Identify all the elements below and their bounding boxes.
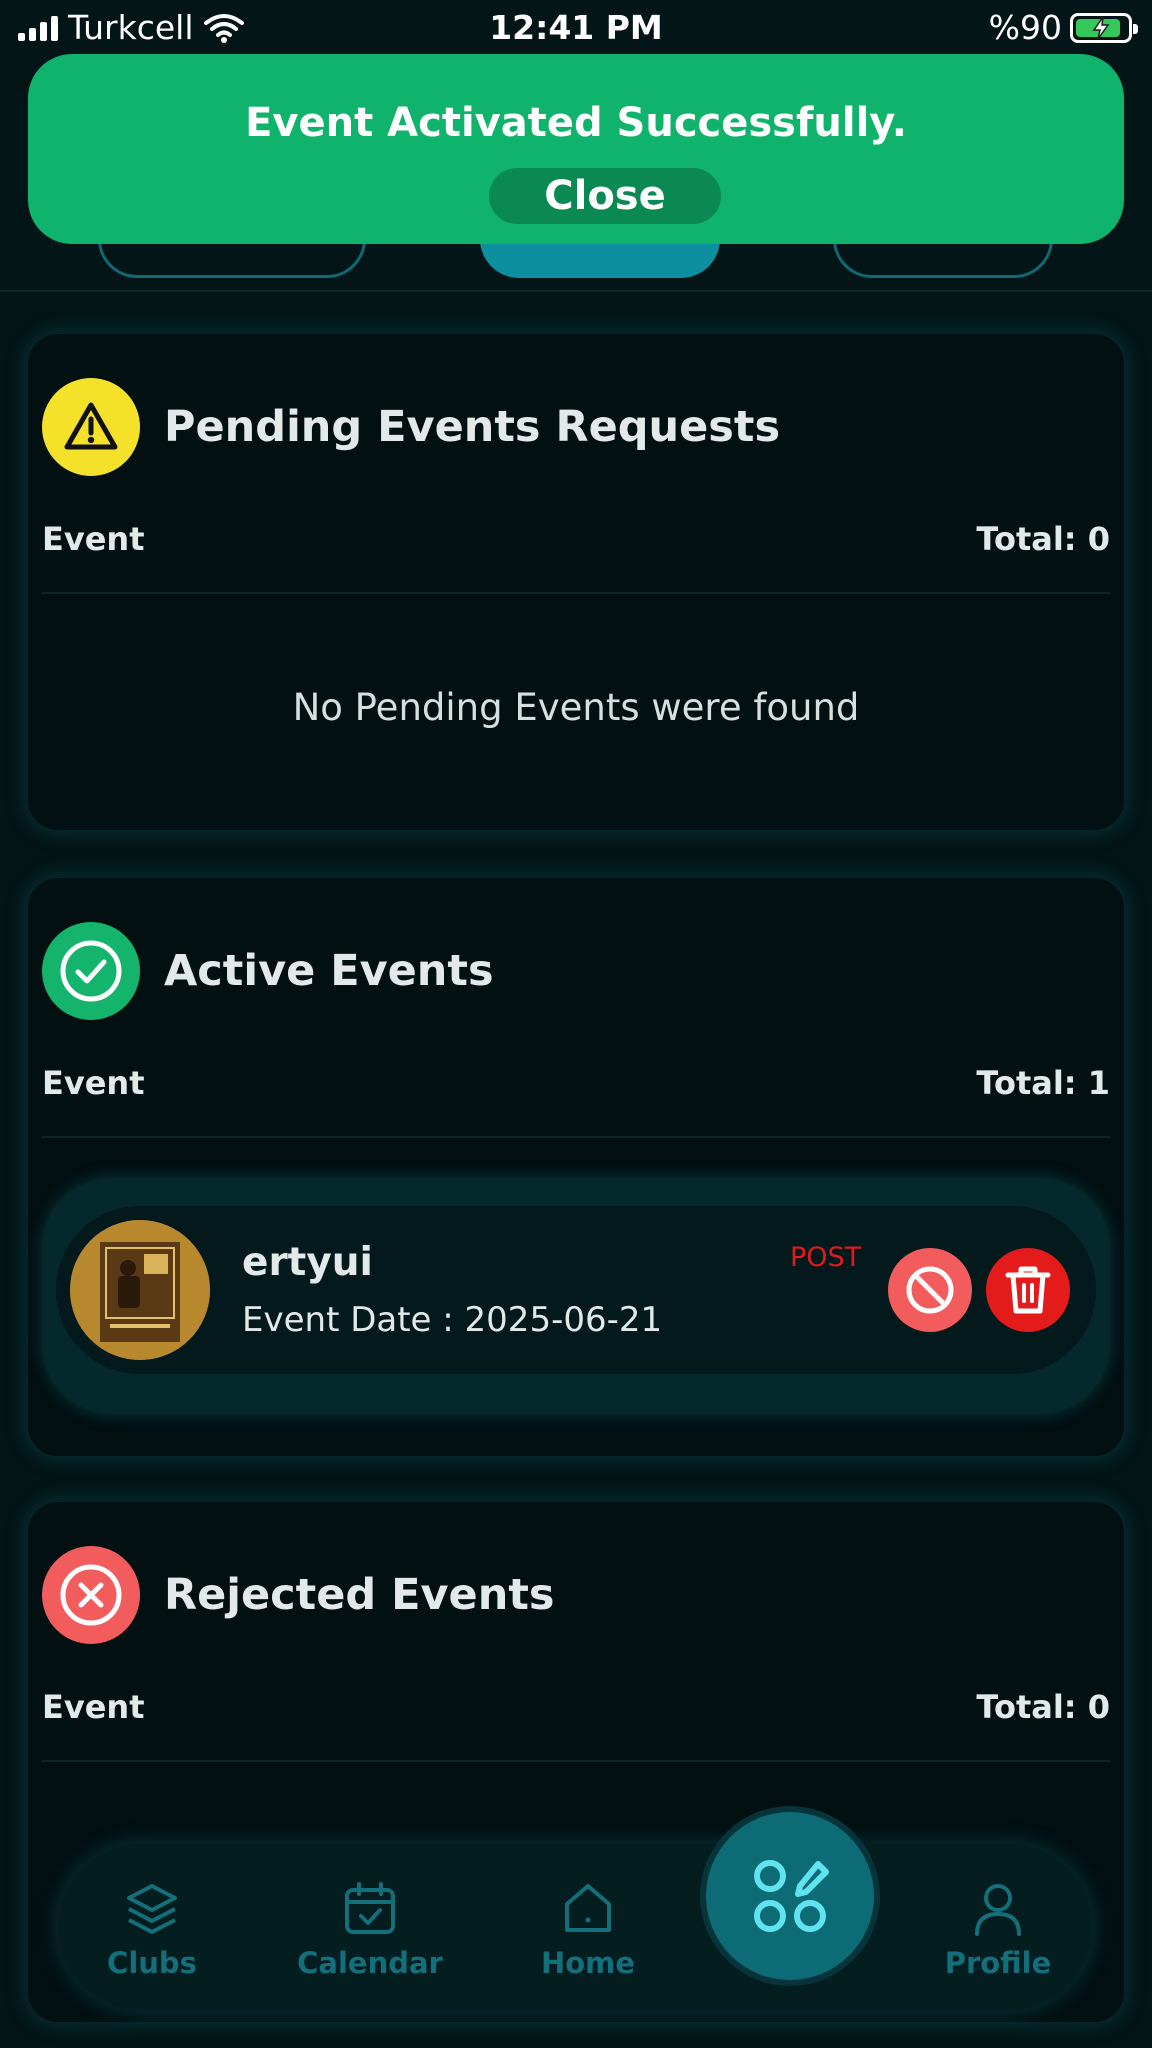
tabs-divider (0, 290, 1152, 292)
nav-home-label: Home (540, 1946, 636, 1980)
check-circle-icon (42, 922, 140, 1020)
pending-header-row: Event Total: 0 (42, 520, 1110, 558)
pending-events-card: Pending Events Requests Event Total: 0 N… (28, 334, 1124, 830)
active-column-label: Event (42, 1064, 145, 1102)
bottom-nav: Clubs Calendar Home Profile (58, 1844, 1092, 2010)
active-events-card: Active Events Event Total: 1 ertyui Even… (28, 878, 1124, 1456)
nav-clubs[interactable]: Clubs (72, 1880, 232, 1980)
calendar-check-icon (345, 1882, 395, 1934)
warning-icon (42, 378, 140, 476)
active-header-row: Event Total: 1 (42, 1064, 1110, 1102)
event-date: Event Date : 2025-06-21 (242, 1300, 663, 1340)
battery-group: %90 (988, 8, 1138, 47)
rejected-total: Total: 0 (976, 1688, 1110, 1726)
pending-title: Pending Events Requests (164, 402, 781, 452)
divider (42, 1136, 1110, 1138)
status-bar: Turkcell 12:41 PM %90 (0, 0, 1152, 56)
nav-profile-label: Profile (944, 1946, 1052, 1980)
user-icon (975, 1884, 1021, 1936)
block-icon (906, 1266, 954, 1314)
toast-message: Event Activated Successfully. (245, 100, 907, 146)
success-toast: Event Activated Successfully. Close (28, 54, 1124, 244)
nav-home[interactable]: Home (508, 1880, 668, 1980)
toast-close-button[interactable]: Close (489, 168, 721, 224)
nav-calendar[interactable]: Calendar (290, 1880, 450, 1980)
pending-column-label: Event (42, 520, 145, 558)
active-total: Total: 1 (976, 1064, 1110, 1102)
pending-total: Total: 0 (976, 520, 1110, 558)
home-icon (565, 1884, 611, 1932)
x-circle-icon (42, 1546, 140, 1644)
battery-percent: %90 (988, 8, 1062, 47)
rejected-header-row: Event Total: 0 (42, 1688, 1110, 1726)
fab-button[interactable] (706, 1812, 874, 1980)
event-row[interactable]: ertyui Event Date : 2025-06-21 POST (56, 1206, 1096, 1374)
event-name: ertyui (242, 1240, 373, 1285)
grid-edit-icon (754, 1860, 829, 1932)
nav-profile[interactable]: Profile (918, 1880, 1078, 1980)
divider (42, 592, 1110, 594)
delete-button[interactable] (986, 1248, 1070, 1332)
battery-icon (1070, 12, 1138, 43)
layers-icon (127, 1884, 177, 1934)
rejected-column-label: Event (42, 1688, 145, 1726)
pending-empty-text: No Pending Events were found (292, 686, 860, 729)
clock: 12:41 PM (489, 8, 663, 47)
nav-clubs-label: Clubs (107, 1946, 197, 1980)
event-type-badge: POST (790, 1242, 862, 1273)
rejected-title: Rejected Events (164, 1570, 555, 1620)
event-list-item[interactable]: ertyui Event Date : 2025-06-21 POST (42, 1178, 1110, 1414)
event-poster-image (70, 1220, 210, 1360)
trash-icon (1005, 1266, 1051, 1314)
divider (42, 1760, 1110, 1762)
nav-calendar-label: Calendar (297, 1946, 443, 1980)
deactivate-button[interactable] (888, 1248, 972, 1332)
active-title: Active Events (164, 946, 494, 996)
